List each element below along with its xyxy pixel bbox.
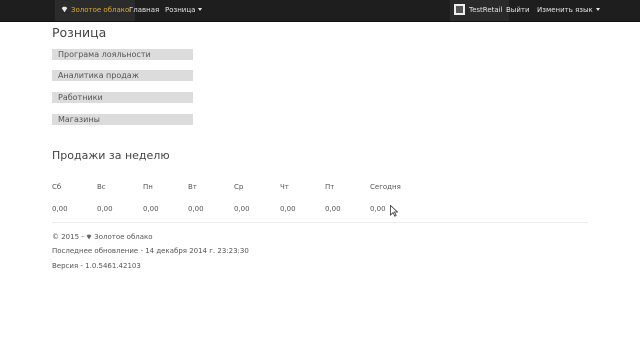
diamond-icon — [61, 6, 68, 13]
user-name: TestRetail — [469, 6, 503, 14]
day-header: Пт — [325, 183, 335, 191]
day-value: 0,00 — [325, 205, 341, 213]
day-header: Пн — [143, 183, 153, 191]
top-navbar: Золотое облако Главная Розница TestRetai… — [0, 0, 640, 22]
footer-copyright: © 2015 - Золотое облако — [52, 233, 153, 241]
day-value: 0,00 — [52, 205, 68, 213]
nav-retail-dropdown[interactable]: Розница — [165, 0, 203, 21]
day-value: 0,00 — [97, 205, 113, 213]
day-header: Чт — [280, 183, 289, 191]
day-value: 0,00 — [188, 205, 204, 213]
day-value: 0,00 — [234, 205, 250, 213]
footer-divider — [52, 222, 588, 223]
copyright-brand: Золотое облако — [94, 233, 153, 241]
mouse-cursor-icon — [390, 205, 398, 217]
footer-version: Версия - 1.0.5461.42103 — [52, 262, 141, 270]
day-header: Сб — [52, 183, 62, 191]
logout-link[interactable]: Выйти — [506, 0, 530, 21]
menu-link-sales-analytics[interactable]: Аналитика продаж — [52, 70, 193, 81]
language-label: Изменить язык — [537, 6, 593, 14]
chevron-down-icon — [198, 8, 203, 11]
weekly-sales-title: Продажи за неделю — [52, 149, 170, 162]
language-dropdown[interactable]: Изменить язык — [537, 0, 600, 21]
footer-last-update: Последнее обновление - 14 декабря 2014 г… — [52, 247, 249, 255]
nav-retail-label: Розница — [165, 6, 196, 14]
user-profile-link[interactable]: TestRetail — [450, 0, 509, 21]
day-header: Ср — [234, 183, 244, 191]
nav-home-link[interactable]: Главная — [129, 0, 159, 21]
day-value: 0,00 — [370, 205, 386, 213]
menu-link-employees[interactable]: Работники — [52, 92, 193, 103]
day-header: Сегодня — [370, 183, 401, 191]
brand-link[interactable]: Золотое облако — [55, 0, 136, 21]
copyright-prefix: © 2015 - — [52, 233, 84, 241]
user-avatar-icon — [454, 4, 465, 15]
chevron-down-icon — [595, 8, 600, 11]
diamond-icon — [86, 234, 92, 239]
menu-link-stores[interactable]: Магазины — [52, 114, 193, 125]
day-value: 0,00 — [280, 205, 296, 213]
day-value: 0,00 — [143, 205, 159, 213]
menu-link-loyalty[interactable]: Програма лояльности — [52, 49, 193, 60]
page-title: Розница — [52, 25, 107, 40]
brand-label: Золотое облако — [71, 6, 130, 14]
day-header: Вт — [188, 183, 197, 191]
day-header: Вс — [97, 183, 106, 191]
